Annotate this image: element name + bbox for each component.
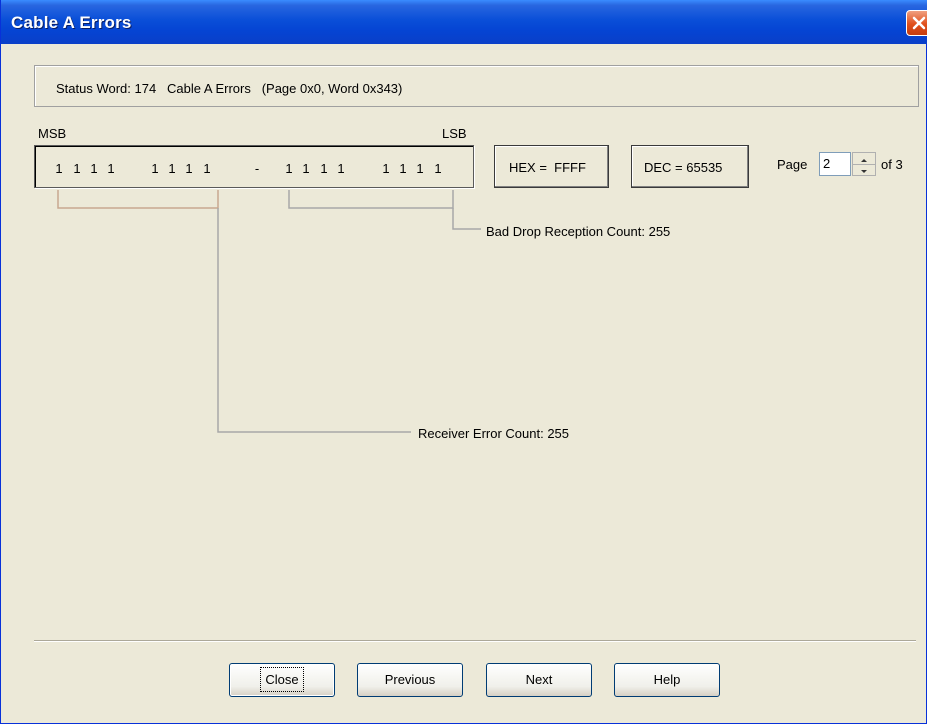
next-button[interactable]: Next (486, 663, 592, 697)
previous-button[interactable]: Previous (357, 663, 463, 697)
close-button[interactable]: Close (229, 663, 335, 697)
field-connector-lines (57, 190, 481, 433)
receiver-error-count: Receiver Error Count: 255 (418, 426, 570, 441)
help-button[interactable]: Help (614, 663, 720, 697)
bad-drop-reception-count: Bad Drop Reception Count: 255 (486, 224, 671, 239)
dialog-window: Cable A Errors Status Word: 174 Cable A … (0, 0, 927, 724)
footer-separator (34, 640, 916, 642)
